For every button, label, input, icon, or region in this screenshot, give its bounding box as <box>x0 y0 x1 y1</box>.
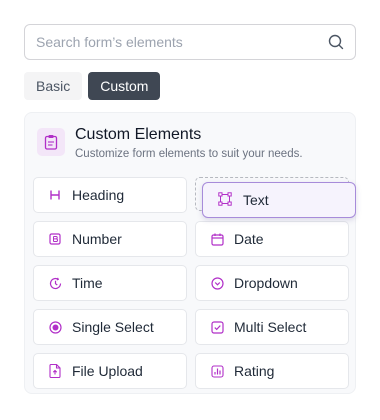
element-time[interactable]: Time <box>33 265 187 301</box>
file-icon <box>48 364 62 378</box>
tab-bar: Basic Custom <box>24 72 161 100</box>
custom-elements-panel: Custom Elements Customize form elements … <box>24 112 356 394</box>
search-field[interactable] <box>24 24 356 60</box>
dragged-element-text[interactable]: Text <box>202 182 356 218</box>
element-label: Heading <box>72 187 125 203</box>
bar-chart-icon <box>210 364 224 378</box>
tab-basic[interactable]: Basic <box>24 72 83 100</box>
panel-subtitle: Customize form elements to suit your nee… <box>75 148 303 160</box>
element-label: Text <box>243 192 269 208</box>
element-multi-select[interactable]: Multi Select <box>195 309 349 345</box>
panel-title: Custom Elements <box>75 126 202 143</box>
element-label: Rating <box>234 363 275 379</box>
element-single-select[interactable]: Single Select <box>33 309 187 345</box>
element-label: File Upload <box>72 363 143 379</box>
clock-icon <box>48 276 62 290</box>
search-input[interactable] <box>36 34 327 50</box>
chevron-circle-icon <box>210 276 224 290</box>
element-dropdown[interactable]: Dropdown <box>195 265 349 301</box>
heading-icon <box>48 188 62 202</box>
search-icon[interactable] <box>327 33 345 51</box>
element-label: Single Select <box>72 319 154 335</box>
calendar-icon <box>210 232 224 246</box>
element-label: Time <box>72 275 103 291</box>
element-rating[interactable]: Rating <box>195 353 349 389</box>
checkbox-icon <box>210 320 224 334</box>
element-date[interactable]: Date <box>195 221 349 257</box>
radio-icon <box>48 320 62 334</box>
element-label: Number <box>72 231 122 247</box>
element-label: Multi Select <box>234 319 307 335</box>
text-frame-icon <box>218 191 232 209</box>
number-icon <box>48 232 62 246</box>
element-number[interactable]: Number <box>33 221 187 257</box>
element-label: Date <box>234 231 264 247</box>
element-heading[interactable]: Heading <box>33 177 187 213</box>
tab-custom[interactable]: Custom <box>88 72 161 100</box>
panel-header: Custom Elements Customize form elements … <box>37 125 303 160</box>
element-label: Dropdown <box>234 275 298 291</box>
element-file-upload[interactable]: File Upload <box>33 353 187 389</box>
clipboard-icon <box>37 128 65 156</box>
